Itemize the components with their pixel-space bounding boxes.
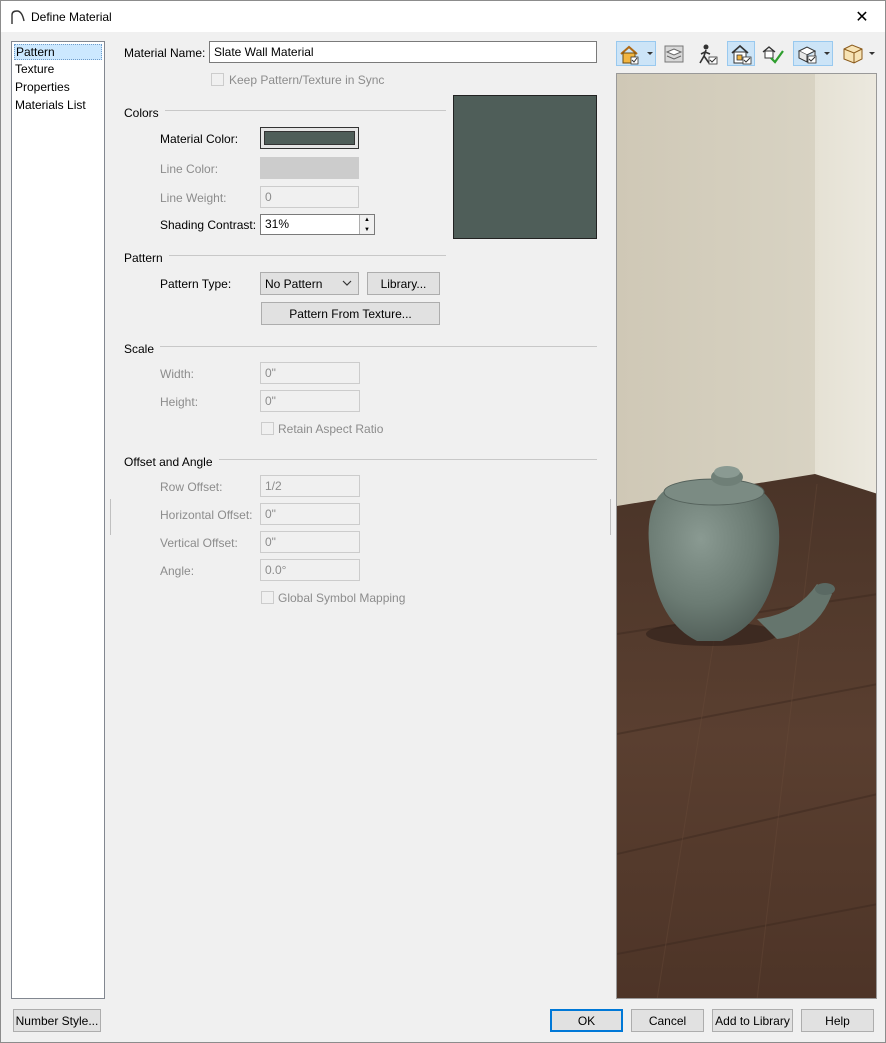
pattern-type-select[interactable]: No Pattern	[260, 272, 359, 295]
nav-item-texture[interactable]: Texture	[14, 62, 102, 78]
material-render-preview	[616, 73, 877, 999]
scale-width-input[interactable]: 0"	[260, 362, 360, 384]
render-mode-button[interactable]	[616, 41, 656, 66]
vertical-offset-input[interactable]: 0"	[260, 531, 360, 553]
pattern-from-texture-button[interactable]: Pattern From Texture...	[261, 302, 440, 325]
global-mapping-label: Global Symbol Mapping	[278, 591, 406, 605]
material-color-swatch	[264, 131, 355, 145]
layers-icon	[664, 45, 684, 62]
line-weight-input[interactable]: 0	[260, 186, 359, 208]
pattern-group-title: Pattern	[124, 251, 169, 265]
shading-contrast-spinner[interactable]: ▲ ▼	[359, 215, 374, 234]
spin-up-icon[interactable]: ▲	[360, 215, 374, 225]
box-view-icon	[843, 43, 875, 64]
object-sphere-icon	[797, 45, 830, 63]
title-bar: Define Material ✕	[1, 1, 885, 32]
retain-aspect-label: Retain Aspect Ratio	[278, 422, 384, 436]
app-logo-icon	[11, 10, 25, 24]
window-title: Define Material	[31, 10, 112, 24]
vertical-offset-label: Vertical Offset:	[160, 536, 238, 550]
render-house-icon	[620, 45, 653, 64]
category-list[interactable]: Pattern Texture Properties Materials Lis…	[11, 41, 105, 999]
offset-group-title: Offset and Angle	[124, 455, 219, 469]
angle-input[interactable]: 0.0°	[260, 559, 360, 581]
pattern-divider	[124, 255, 446, 256]
left-splitter-handle[interactable]	[109, 499, 112, 535]
add-to-library-button[interactable]: Add to Library	[712, 1009, 793, 1032]
right-splitter-handle[interactable]	[609, 499, 612, 535]
number-style-button[interactable]: Number Style...	[13, 1009, 101, 1032]
person-walk-icon	[699, 44, 718, 64]
walkthrough-button[interactable]	[693, 41, 721, 66]
color-preview-swatch	[453, 95, 597, 239]
nav-item-properties[interactable]: Properties	[14, 80, 102, 96]
material-color-button[interactable]	[260, 127, 359, 149]
help-button[interactable]: Help	[801, 1009, 874, 1032]
scale-height-label: Height:	[160, 395, 199, 409]
scale-width-label: Width:	[160, 367, 195, 381]
keep-sync-checkbox[interactable]	[211, 73, 224, 86]
chevron-down-icon	[342, 280, 352, 286]
horizontal-offset-input[interactable]: 0"	[260, 503, 360, 525]
teapot-render-image	[617, 74, 876, 998]
close-icon: ✕	[855, 8, 869, 26]
house-check-icon	[731, 44, 752, 64]
room-view-button[interactable]	[838, 41, 878, 66]
define-material-dialog: Define Material ✕ Pattern Texture Proper…	[0, 0, 886, 1043]
line-weight-label: Line Weight:	[160, 191, 227, 205]
view-options-button[interactable]	[727, 41, 755, 66]
nav-item-materials-list[interactable]: Materials List	[14, 98, 102, 114]
apply-button[interactable]	[760, 41, 786, 66]
ok-button[interactable]: OK	[550, 1009, 623, 1032]
colors-group-title: Colors	[124, 106, 165, 120]
global-mapping-checkbox[interactable]	[261, 591, 274, 604]
material-color-label: Material Color:	[160, 132, 239, 146]
pattern-type-value: No Pattern	[265, 276, 323, 291]
close-button[interactable]: ✕	[839, 1, 885, 32]
scale-height-input[interactable]: 0"	[260, 390, 360, 412]
pattern-type-label: Pattern Type:	[160, 277, 232, 291]
horizontal-offset-label: Horizontal Offset:	[160, 508, 253, 522]
material-name-label: Material Name:	[124, 46, 206, 60]
retain-aspect-checkbox[interactable]	[261, 422, 274, 435]
shading-contrast-label: Shading Contrast:	[160, 218, 257, 232]
spin-down-icon[interactable]: ▼	[360, 225, 374, 234]
nav-item-pattern[interactable]: Pattern	[14, 44, 102, 60]
layers-button[interactable]	[661, 41, 687, 66]
shading-contrast-input[interactable]: 31% ▲ ▼	[260, 214, 375, 235]
material-name-input[interactable]: Slate Wall Material	[209, 41, 597, 63]
angle-label: Angle:	[160, 564, 195, 578]
colors-divider	[124, 110, 446, 111]
row-offset-label: Row Offset:	[160, 480, 223, 494]
pattern-library-button[interactable]: Library...	[367, 272, 440, 295]
house-green-check-icon	[762, 45, 784, 64]
preview-object-button[interactable]	[793, 41, 833, 66]
scale-group-title: Scale	[124, 342, 161, 356]
row-offset-input[interactable]: 1/2	[260, 475, 360, 497]
shading-contrast-value: 31%	[265, 217, 290, 231]
line-color-button[interactable]	[260, 157, 359, 179]
line-color-label: Line Color:	[160, 162, 219, 176]
cancel-button[interactable]: Cancel	[631, 1009, 704, 1032]
scale-divider	[124, 346, 597, 347]
keep-sync-label: Keep Pattern/Texture in Sync	[229, 73, 385, 87]
